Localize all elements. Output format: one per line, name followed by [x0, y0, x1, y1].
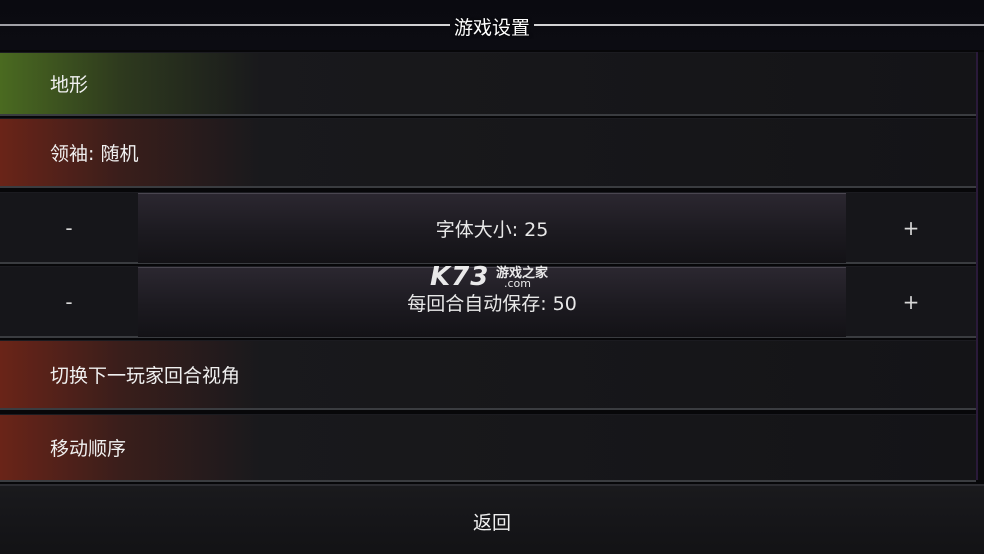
game-settings-screen: 游戏设置 地形 领袖: 随机 - 字体大小: 25 + - 每回合自动保存: 5…	[0, 0, 984, 554]
watermark-logo-text: K73	[430, 262, 490, 292]
font-size-increase-button[interactable]: +	[846, 193, 976, 262]
watermark-logo: K73 游戏之家 .com	[430, 262, 548, 292]
watermark-com-text: .com	[504, 277, 531, 290]
switch-view-button[interactable]: 切换下一玩家回合视角	[0, 340, 976, 410]
autosave-increase-button[interactable]: +	[846, 267, 976, 336]
back-button[interactable]: 返回	[0, 484, 984, 554]
leader-button[interactable]: 领袖: 随机	[0, 118, 976, 188]
move-order-button[interactable]: 移动顺序	[0, 414, 976, 482]
terrain-button[interactable]: 地形	[0, 52, 976, 116]
move-order-label: 移动顺序	[50, 438, 127, 460]
terrain-label: 地形	[50, 74, 89, 96]
scrollbar[interactable]	[976, 52, 984, 480]
page-title: 游戏设置	[0, 13, 984, 40]
font-size-decrease-button[interactable]: -	[0, 193, 138, 262]
title-bar: 游戏设置	[0, 0, 984, 50]
page-title-text: 游戏设置	[449, 17, 534, 39]
leader-label: 领袖: 随机	[50, 143, 139, 165]
autosave-value: 每回合自动保存: 50	[138, 267, 846, 337]
switch-view-label: 切换下一玩家回合视角	[50, 365, 241, 387]
autosave-decrease-button[interactable]: -	[0, 267, 138, 336]
font-size-value: 字体大小: 25	[138, 193, 846, 263]
font-size-stepper: - 字体大小: 25 +	[0, 192, 976, 264]
